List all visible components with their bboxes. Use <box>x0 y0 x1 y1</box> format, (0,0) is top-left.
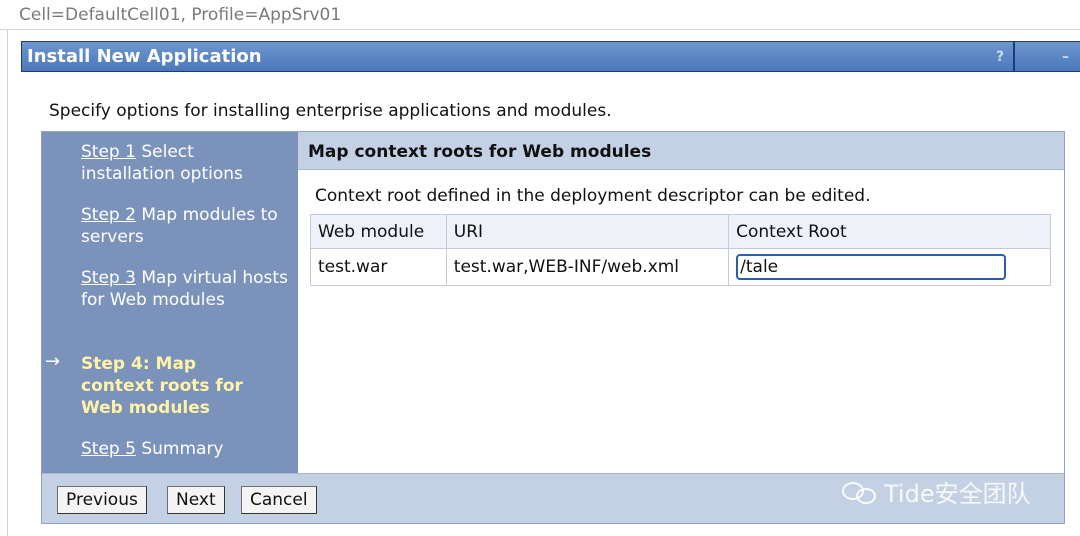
wizard-panel: Step 1 Select installation options Step … <box>41 131 1065 524</box>
wechat-icon <box>840 478 880 506</box>
step-3: Step 3 Map virtual hosts for Web modules <box>81 267 291 311</box>
column-header-web-module: Web module <box>310 214 447 249</box>
step-4-current: Step 4: Map context roots for Web module… <box>81 354 243 418</box>
content-header: Map context roots for Web modules <box>298 132 1064 170</box>
table-row: test.war test.war,WEB-INF/web.xml <box>310 248 1051 286</box>
title-separator <box>1013 42 1015 71</box>
cell-uri: test.war,WEB-INF/web.xml <box>445 248 730 286</box>
step-2-link[interactable]: Step 2 <box>81 205 136 225</box>
portlet-title: Install New Application <box>27 46 262 67</box>
column-header-context-root: Context Root <box>728 214 1051 249</box>
content-heading: Map context roots for Web modules <box>308 142 652 162</box>
context-root-input[interactable] <box>736 254 1007 280</box>
current-step-arrow-icon: → <box>45 351 61 372</box>
previous-button[interactable]: Previous <box>57 486 147 514</box>
step-5: Step 5 Summary <box>81 438 291 460</box>
scope-bar: Cell=DefaultCell01, Profile=AppSrv01 <box>0 0 1080 30</box>
portlet-title-bar: Install New Application ? – <box>21 41 1080 72</box>
step-1: Step 1 Select installation options <box>81 141 291 185</box>
next-button[interactable]: Next <box>167 486 225 514</box>
content-description: Context root defined in the deployment d… <box>315 186 871 206</box>
context-root-table: Web module URI Context Root test.war tes… <box>310 214 1051 286</box>
cancel-button[interactable]: Cancel <box>241 486 317 514</box>
step-5-link[interactable]: Step 5 <box>81 439 136 459</box>
watermark-text: Tide安全团队 <box>884 480 1031 508</box>
step-3-link[interactable]: Step 3 <box>81 268 136 288</box>
step-1-link[interactable]: Step 1 <box>81 142 136 162</box>
cell-web-module: test.war <box>310 248 447 286</box>
cell-context-root <box>728 248 1051 286</box>
watermark: Tide安全团队 <box>840 474 1031 509</box>
scope-label: Cell=DefaultCell01, Profile=AppSrv01 <box>19 5 342 25</box>
wizard-steps: Step 1 Select installation options Step … <box>42 132 298 473</box>
step-5-label: Summary <box>141 439 224 459</box>
step-2: Step 2 Map modules to servers <box>81 204 291 248</box>
wizard-content: Map context roots for Web modules Contex… <box>298 132 1064 473</box>
intro-text: Specify options for installing enterpris… <box>49 101 612 121</box>
table-header-row: Web module URI Context Root <box>310 214 1051 249</box>
left-divider <box>7 30 8 536</box>
minimize-icon[interactable]: – <box>1062 47 1078 67</box>
column-header-uri: URI <box>445 214 730 249</box>
help-icon[interactable]: ? <box>988 47 1012 67</box>
